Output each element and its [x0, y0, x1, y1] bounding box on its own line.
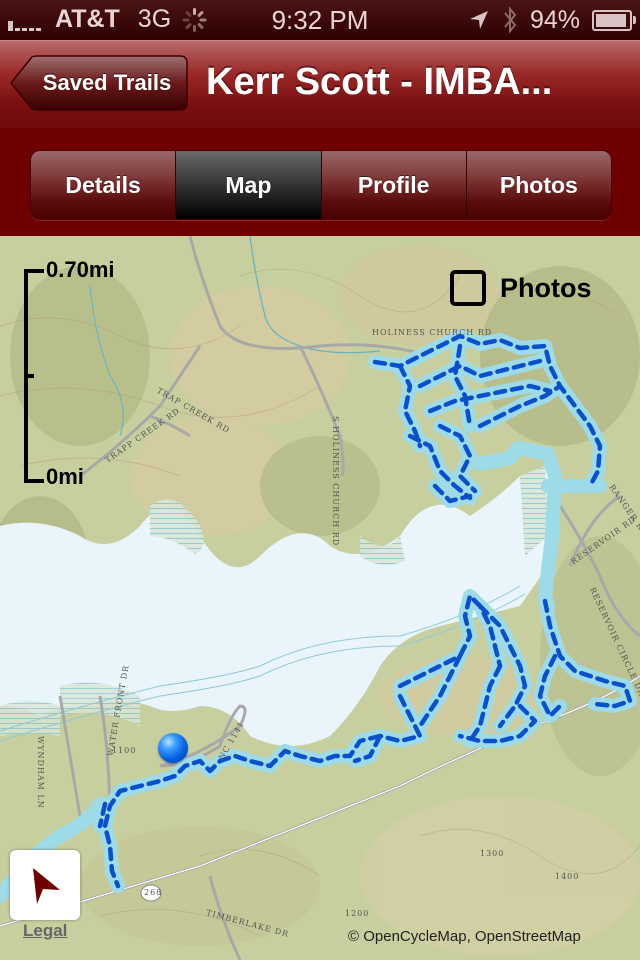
status-bar: AT&T 3G 9:32 PM 94% — [0, 0, 640, 40]
bluetooth-icon — [504, 6, 517, 34]
photos-checkbox[interactable] — [450, 270, 486, 306]
battery-icon — [592, 9, 636, 31]
map-attribution: © OpenCycleMap, OpenStreetMap — [348, 928, 581, 945]
map-label: 1400 — [555, 872, 580, 881]
map-label: S HOLINESS CHURCH RD — [331, 416, 340, 547]
trail-map[interactable]: 0.70mi 0mi Photos HOLINESS CHURCH RD S H… — [0, 236, 640, 960]
map-label: WYNDHAM LN — [36, 736, 45, 809]
tab-map-label: Map — [225, 171, 272, 198]
segmented-control: Details Map Profile Photos — [30, 150, 612, 220]
tab-profile[interactable]: Profile — [321, 151, 467, 219]
map-label: HOLINESS CHURCH RD — [372, 328, 493, 337]
tab-details[interactable]: Details — [31, 151, 177, 219]
scale-bar-ruler — [24, 269, 44, 483]
location-arrow-icon — [33, 868, 60, 904]
legal-link[interactable]: Legal — [23, 921, 67, 941]
map-label: 1300 — [480, 849, 505, 858]
map-label: 1200 — [345, 909, 370, 918]
page-title: Kerr Scott - IMBA... — [206, 61, 553, 103]
tab-profile-label: Profile — [357, 171, 430, 198]
back-button[interactable]: Saved Trails — [10, 55, 188, 111]
navigation-bar: Saved Trails Kerr Scott - IMBA... — [0, 40, 640, 129]
map-label: 268 — [144, 888, 163, 897]
location-arrow-icon — [469, 11, 488, 29]
tab-details-label: Details — [65, 171, 141, 198]
tab-photos-label: Photos — [499, 171, 578, 198]
locate-me-button[interactable] — [10, 850, 80, 920]
tab-map[interactable]: Map — [176, 151, 322, 219]
battery-percent: 94% — [529, 5, 580, 34]
map-label: 1100 — [112, 746, 137, 755]
current-location-marker[interactable] — [158, 733, 188, 763]
photos-toggle[interactable]: Photos — [450, 270, 592, 306]
photos-toggle-label: Photos — [500, 272, 592, 303]
scale-bar: 0.70mi 0mi — [20, 257, 120, 489]
scale-bottom-label: 0mi — [46, 464, 84, 489]
back-button-label: Saved Trails — [42, 70, 172, 95]
scale-top-label: 0.70mi — [46, 257, 115, 282]
tab-photos[interactable]: Photos — [466, 151, 611, 219]
tab-bar-container: Details Map Profile Photos — [0, 128, 640, 236]
